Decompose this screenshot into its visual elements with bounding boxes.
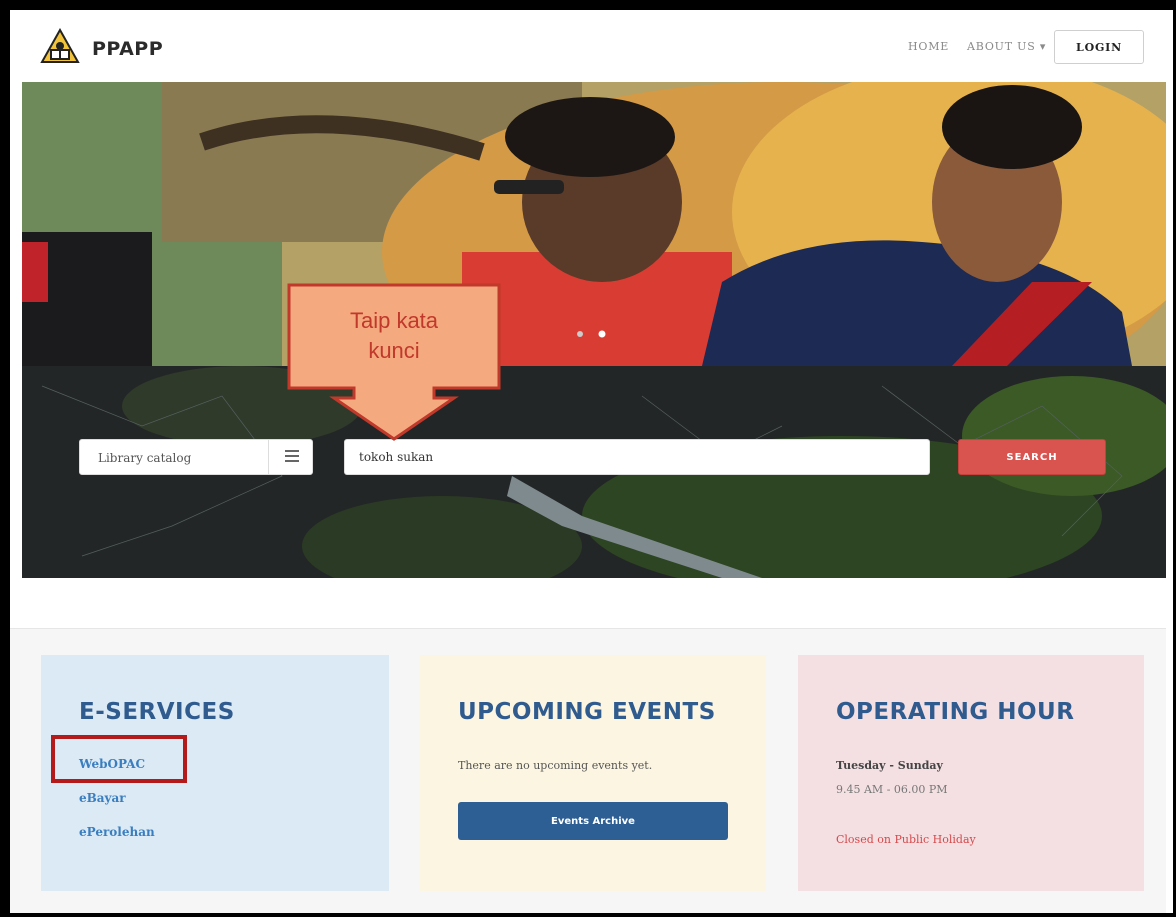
brand-name[interactable]: PPAPP [92, 38, 163, 60]
events-archive-button[interactable]: Events Archive [458, 802, 728, 840]
hero-illustration [22, 82, 1166, 366]
events-title: UPCOMING EVENTS [458, 699, 716, 725]
webopac-link[interactable]: WebOPAC [79, 757, 145, 771]
hours-time: 9.45 AM - 06.00 PM [836, 783, 948, 796]
carousel-dot-2 [598, 330, 606, 338]
events-empty-message: There are no upcoming events yet. [458, 759, 653, 772]
eservices-card: E-SERVICES WebOPAC eBayar ePerolehan [41, 655, 389, 891]
eperolehan-link[interactable]: ePerolehan [79, 825, 155, 839]
catalog-select-value: Library catalog [98, 451, 192, 465]
annotation-callout: Taip kata kunci [286, 282, 502, 444]
callout-line-1: Taip kata [349, 308, 439, 333]
top-navigation: PPAPP HOME ABOUT US ▾ LOGIN [10, 10, 1166, 82]
callout-line-2: kunci [368, 338, 420, 363]
carousel-dot-1 [577, 331, 583, 337]
hours-holiday-note: Closed on Public Holiday [836, 833, 976, 846]
catalog-select[interactable]: Library catalog [79, 439, 313, 475]
eservices-title: E-SERVICES [79, 699, 235, 725]
login-button[interactable]: LOGIN [1054, 30, 1144, 64]
hours-title: OPERATING HOUR [836, 699, 1075, 725]
search-input[interactable] [344, 439, 930, 475]
menu-icon[interactable] [285, 450, 299, 464]
hours-days: Tuesday - Sunday [836, 759, 943, 772]
nav-about-dropdown[interactable]: ABOUT US ▾ [967, 40, 1046, 53]
search-section: Library catalog SEARCH [22, 366, 1166, 578]
nav-home-link[interactable]: HOME [908, 40, 949, 53]
select-divider [268, 440, 269, 474]
logo-icon[interactable] [40, 28, 80, 68]
upcoming-events-card: UPCOMING EVENTS There are no upcoming ev… [420, 655, 766, 891]
search-button[interactable]: SEARCH [958, 439, 1106, 475]
operating-hour-card: OPERATING HOUR Tuesday - Sunday 9.45 AM … [798, 655, 1144, 891]
callout-text: Taip kata kunci [286, 306, 502, 366]
ebayar-link[interactable]: eBayar [79, 791, 126, 805]
hero-banner-image [22, 82, 1166, 366]
